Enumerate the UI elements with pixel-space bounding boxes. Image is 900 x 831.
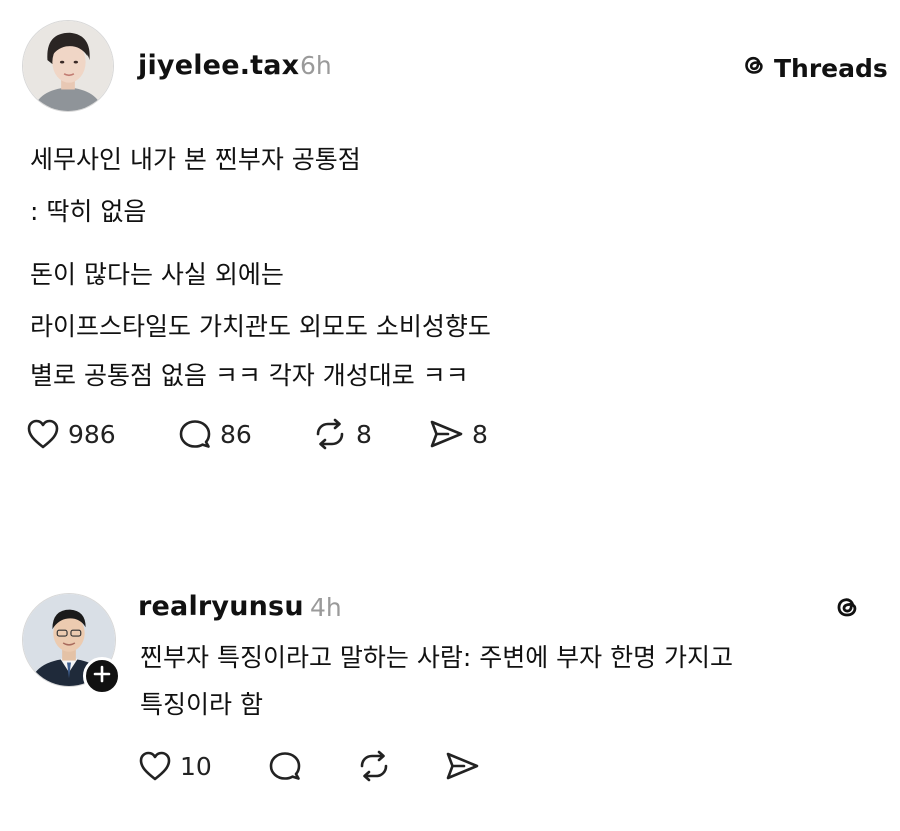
speech-bubble-icon [178,418,212,450]
send-icon [428,418,464,450]
post-text-line: 라이프스타일도 가치관도 외모도 소비성향도 [30,312,491,341]
threads-brand[interactable]: Threads [740,51,888,85]
threads-logo-icon [740,51,768,85]
repost-icon [312,418,348,450]
like-count: 986 [68,419,116,449]
post-username[interactable]: jiyelee.tax [138,50,299,81]
speech-bubble-icon [268,750,302,782]
reply-like-count: 10 [180,751,212,781]
threads-logo-icon[interactable] [832,592,862,626]
repost-icon [356,750,392,782]
like-button[interactable]: 986 [26,418,116,450]
reply-count: 86 [220,419,252,449]
reply-repost-button[interactable] [356,750,392,782]
send-icon [444,750,480,782]
share-count: 8 [472,419,488,449]
reply-text-line: 특징이라 함 [140,690,263,719]
post-text-line: 돈이 많다는 사실 외에는 [30,260,284,289]
reply-username[interactable]: realryunsu [138,591,304,622]
follow-button[interactable] [83,657,121,695]
post-timestamp: 6h [300,51,332,80]
threads-brand-label: Threads [774,53,888,83]
post-text-line: 세무사인 내가 본 찐부자 공통점 [30,145,361,174]
share-button[interactable]: 8 [428,418,488,450]
plus-icon [93,665,111,687]
repost-count: 8 [356,419,372,449]
avatar[interactable] [22,20,114,112]
reply-text-line: 찐부자 특징이라고 말하는 사람: 주변에 부자 한명 가지고 [140,643,734,672]
reply-timestamp: 4h [310,593,342,622]
reply-like-button[interactable]: 10 [138,750,212,782]
heart-icon [138,750,172,782]
heart-icon [26,418,60,450]
reply-button[interactable]: 86 [178,418,252,450]
post-text-line: : 딱히 없음 [30,197,147,226]
reply-reply-button[interactable] [268,750,302,782]
reply-share-button[interactable] [444,750,480,782]
post-text-line: 별로 공통점 없음 ㅋㅋ 각자 개성대로 ㅋㅋ [30,361,469,390]
repost-button[interactable]: 8 [312,418,372,450]
avatar-photo [23,21,113,111]
